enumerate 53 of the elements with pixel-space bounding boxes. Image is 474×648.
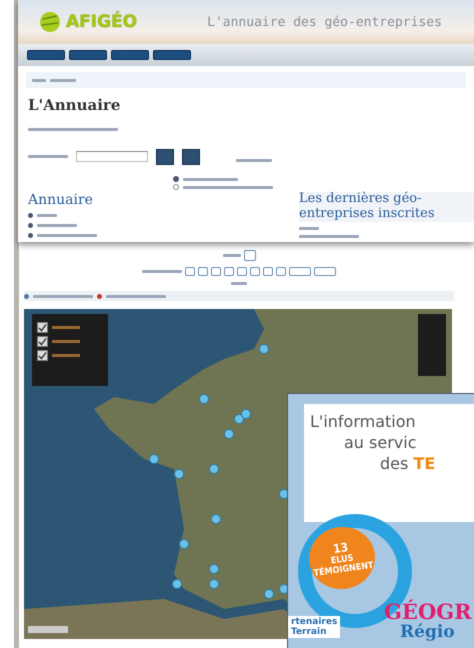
site-title: L'annuaire des géo-entreprises <box>207 14 442 30</box>
illegible-text <box>37 234 97 237</box>
illegible-text <box>231 282 247 285</box>
nav-button[interactable] <box>27 50 65 60</box>
illegible-text <box>142 270 182 273</box>
bullet-icon <box>28 233 33 238</box>
radio-button[interactable] <box>173 184 179 190</box>
cover-word: rtenaires <box>291 617 338 627</box>
layer-checkbox[interactable] <box>37 322 48 333</box>
map-scale-bar <box>28 626 68 633</box>
illegible-text <box>37 224 77 227</box>
radio-button[interactable] <box>173 176 179 182</box>
illegible-text <box>52 354 80 357</box>
illegible-text <box>50 78 76 82</box>
illegible-text <box>236 159 272 162</box>
headline-text: au servic <box>343 432 418 454</box>
page-heading: L'Annuaire <box>28 96 122 114</box>
cover-word: Régio <box>400 622 455 642</box>
illegible-text <box>183 178 238 180</box>
search-button[interactable] <box>156 148 174 164</box>
logo-text: AFIGÉO <box>66 12 138 32</box>
headline-text: des TE <box>379 454 436 474</box>
nav-button[interactable] <box>153 50 191 60</box>
nav-button[interactable] <box>69 50 107 60</box>
illegible-text <box>106 294 166 298</box>
nav-button[interactable] <box>111 50 149 60</box>
map-controls-panel <box>418 314 446 376</box>
section-heading: Les dernières géo-entreprises inscrites <box>299 192 474 222</box>
illegible-text <box>299 234 359 238</box>
bullet-icon <box>28 223 33 228</box>
headline-text: L'information <box>310 412 417 433</box>
globe-logo-icon <box>38 10 62 34</box>
illegible-text <box>33 294 93 298</box>
bullet-icon <box>28 213 33 218</box>
cover-word: Terrain <box>291 627 328 637</box>
pagination-button[interactable] <box>314 267 336 276</box>
illegible-text <box>222 254 240 257</box>
illegible-text <box>52 326 80 329</box>
marker-icon <box>97 294 102 298</box>
section-heading: Annuaire <box>28 192 94 208</box>
layer-checkbox[interactable] <box>37 336 48 347</box>
map-search-button[interactable] <box>182 148 200 164</box>
marker-icon <box>24 294 29 298</box>
search-field[interactable] <box>76 151 148 162</box>
illegible-text <box>28 155 68 158</box>
illegible-text <box>37 214 57 217</box>
layer-checkbox[interactable] <box>37 350 48 361</box>
page-size-select[interactable] <box>244 250 256 261</box>
illegible-text <box>299 226 319 230</box>
illegible-text <box>52 340 80 343</box>
badge-text: TÉMOIGNENT <box>313 560 374 580</box>
illegible-text <box>32 78 46 82</box>
pagination-button[interactable] <box>289 267 311 276</box>
